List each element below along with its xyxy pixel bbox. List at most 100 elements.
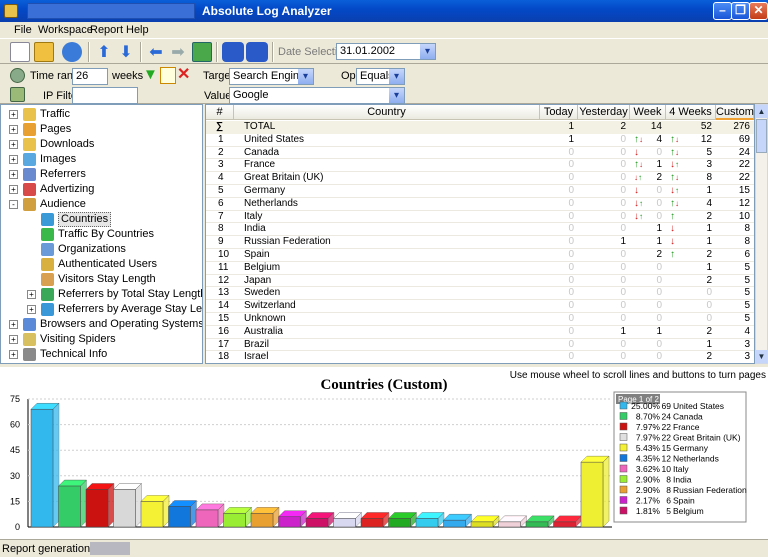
table-row[interactable]: 13 Sweden 0 0 0 0 5 bbox=[206, 287, 754, 301]
tree-item[interactable]: + Technical Info bbox=[1, 347, 201, 362]
scroll-down-icon[interactable]: ▼ bbox=[756, 350, 767, 363]
menu-file[interactable]: File bbox=[14, 24, 32, 36]
grid-scrollbar[interactable]: ▲ ▼ bbox=[755, 104, 768, 364]
table-row[interactable]: 11 Belgium 0 0 0 1 5 bbox=[206, 262, 754, 275]
column-header[interactable]: Week bbox=[630, 105, 666, 120]
globe-icon[interactable] bbox=[62, 42, 82, 62]
time-range-spinner[interactable]: 26 bbox=[72, 68, 108, 85]
table-row[interactable]: 7 Italy 0 0 0 2 10 ↓↑ ↑ bbox=[206, 211, 754, 224]
scroll-thumb[interactable] bbox=[756, 119, 767, 153]
tree-item[interactable]: + Downloads bbox=[1, 137, 201, 152]
tree-item[interactable]: Visitors Stay Length bbox=[1, 272, 201, 287]
open-folder-icon[interactable] bbox=[34, 42, 54, 62]
tree-expander[interactable]: + bbox=[27, 305, 36, 314]
maximize-button[interactable]: ❐ bbox=[731, 2, 750, 20]
tree-item[interactable]: + Advertizing bbox=[1, 182, 201, 197]
row-number: 10 bbox=[218, 249, 230, 260]
column-header[interactable]: Country bbox=[234, 105, 540, 120]
minimize-button[interactable]: – bbox=[713, 2, 732, 20]
column-header[interactable]: Today bbox=[540, 105, 578, 120]
target-combo[interactable]: Search Engine bbox=[229, 68, 314, 85]
tree-item[interactable]: + Pages bbox=[1, 122, 201, 137]
table-row[interactable]: 10 Spain 0 0 2 2 6 ↑ bbox=[206, 249, 754, 262]
tree-expander[interactable]: + bbox=[9, 335, 18, 344]
table-row[interactable]: 8 India 0 0 1 1 8 ↓ bbox=[206, 223, 754, 237]
data-grid[interactable]: # Country Today Yesterday Week 4 Weeks Custom ∑… bbox=[205, 104, 755, 364]
tree-expander[interactable]: + bbox=[9, 320, 18, 329]
table-row[interactable]: 4 Great Britain (UK) 0 0 2 8 22 ↓↑ ↑↓ bbox=[206, 172, 754, 185]
table-row[interactable]: 12 Japan 0 0 0 2 5 bbox=[206, 275, 754, 288]
next-period-icon[interactable] bbox=[246, 42, 268, 62]
tree-expander[interactable]: + bbox=[9, 155, 18, 164]
app-icon[interactable] bbox=[4, 4, 18, 18]
new-icon[interactable] bbox=[10, 42, 30, 62]
tree-item[interactable]: - Audience bbox=[1, 197, 201, 212]
tree-item[interactable]: + Referrers bbox=[1, 167, 201, 182]
menu-help[interactable]: Help bbox=[126, 24, 149, 36]
cell-week: 0 bbox=[656, 351, 662, 363]
total-row[interactable]: ∑ TOTAL 1 2 14 52 276 bbox=[206, 121, 754, 134]
legend-percent: 5.43% bbox=[636, 443, 661, 453]
report-tree[interactable]: + Traffic + Pages + Downloads + Images + Referrer… bbox=[0, 104, 203, 364]
tree-item[interactable]: + Referrers by Average Stay Length bbox=[1, 302, 202, 317]
table-row[interactable]: 14 Switzerland 0 0 0 0 5 bbox=[206, 300, 754, 313]
menu-workspace[interactable]: Workspace bbox=[38, 24, 93, 36]
column-header[interactable]: Yesterday bbox=[578, 105, 630, 120]
table-row[interactable]: 15 Unknown 0 0 0 0 5 bbox=[206, 313, 754, 326]
clear-filter-icon[interactable]: ✕ bbox=[177, 66, 192, 83]
tree-item[interactable]: + Browsers and Operating Systems bbox=[1, 317, 202, 332]
tree-item[interactable]: + Traffic bbox=[1, 107, 201, 122]
trend-icon: ↑ bbox=[670, 249, 675, 260]
bar-face bbox=[278, 516, 301, 528]
clock-icon[interactable] bbox=[10, 68, 25, 83]
chart-legend[interactable]: Page 1 of 225.00% 69 United States8.70% 24 C… bbox=[613, 391, 747, 523]
column-header[interactable]: 4 Weeks bbox=[666, 105, 716, 120]
tree-expander[interactable]: + bbox=[9, 170, 18, 179]
tree-item[interactable]: Countries bbox=[1, 212, 201, 227]
ip-filter-icon[interactable] bbox=[10, 87, 25, 102]
cell-custom: 6 bbox=[744, 249, 750, 260]
tree-item[interactable]: + Visiting Spiders bbox=[1, 332, 201, 347]
close-button[interactable]: ✕ bbox=[749, 2, 768, 20]
table-row[interactable]: 3 France 0 0 1 3 22 ↑↓ ↓↑ bbox=[206, 159, 754, 173]
tree-item[interactable]: + Images bbox=[1, 152, 201, 167]
table-row[interactable]: 1 United States 1 0 4 12 69 ↑↓ ↑↓ bbox=[206, 134, 754, 147]
table-row[interactable]: 17 Brazil 0 0 0 1 3 bbox=[206, 339, 754, 352]
table-row[interactable]: 16 Australia 0 1 1 2 4 bbox=[206, 326, 754, 339]
menu-report[interactable]: Report bbox=[90, 24, 123, 36]
tree-expander[interactable]: - bbox=[9, 200, 18, 209]
scroll-up-icon[interactable]: ▲ bbox=[756, 105, 767, 118]
arrow-up-icon[interactable]: ⬆ bbox=[94, 42, 114, 62]
tree-expander[interactable]: + bbox=[9, 125, 18, 134]
toolbar-separator bbox=[88, 42, 90, 62]
column-header[interactable]: Custom bbox=[716, 105, 754, 120]
back-arrow-icon[interactable]: ⬅ bbox=[146, 42, 166, 62]
tree-expander[interactable]: + bbox=[27, 290, 36, 299]
table-row[interactable]: 18 Israel 0 0 0 2 3 bbox=[206, 351, 754, 363]
tree-expander[interactable]: + bbox=[9, 110, 18, 119]
forward-arrow-icon[interactable]: ➡ bbox=[168, 42, 188, 62]
table-row[interactable]: 5 Germany 0 0 0 1 15 ↓ ↓↑ bbox=[206, 185, 754, 198]
tree-item[interactable]: + Referrers by Total Stay Length bbox=[1, 287, 202, 302]
title-bar[interactable]: Absolute Log Analyzer – ❐ ✕ bbox=[0, 0, 768, 22]
tree-item-icon bbox=[23, 153, 36, 166]
op-combo[interactable]: Equals bbox=[356, 68, 405, 85]
arrow-down-icon[interactable]: ⬇ bbox=[116, 42, 136, 62]
table-row[interactable]: 9 Russian Federation 0 1 1 1 8 ↓ bbox=[206, 236, 754, 249]
tree-expander[interactable]: + bbox=[9, 185, 18, 194]
column-header[interactable]: # bbox=[206, 105, 234, 120]
tree-item[interactable]: Traffic By Countries bbox=[1, 227, 201, 242]
refresh-icon[interactable] bbox=[192, 42, 212, 62]
date-selection-combo[interactable]: 31.01.2002 bbox=[336, 43, 436, 60]
filter-icon[interactable]: ▼ bbox=[143, 67, 158, 84]
edit-filter-icon[interactable] bbox=[160, 67, 176, 84]
tree-expander[interactable]: + bbox=[9, 140, 18, 149]
tree-item[interactable]: Authenticated Users bbox=[1, 257, 201, 272]
table-row[interactable]: 2 Canada 0 0 0 5 24 ↓ ↑↓ bbox=[206, 147, 754, 160]
table-row[interactable]: 6 Netherlands 0 0 0 4 12 ↓↑ ↑↓ bbox=[206, 198, 754, 211]
value-combo[interactable]: Google bbox=[229, 87, 405, 104]
tree-expander[interactable]: + bbox=[9, 350, 18, 359]
prev-period-icon[interactable] bbox=[222, 42, 244, 62]
ip-filter-input[interactable] bbox=[72, 87, 138, 104]
tree-item[interactable]: Organizations bbox=[1, 242, 201, 257]
